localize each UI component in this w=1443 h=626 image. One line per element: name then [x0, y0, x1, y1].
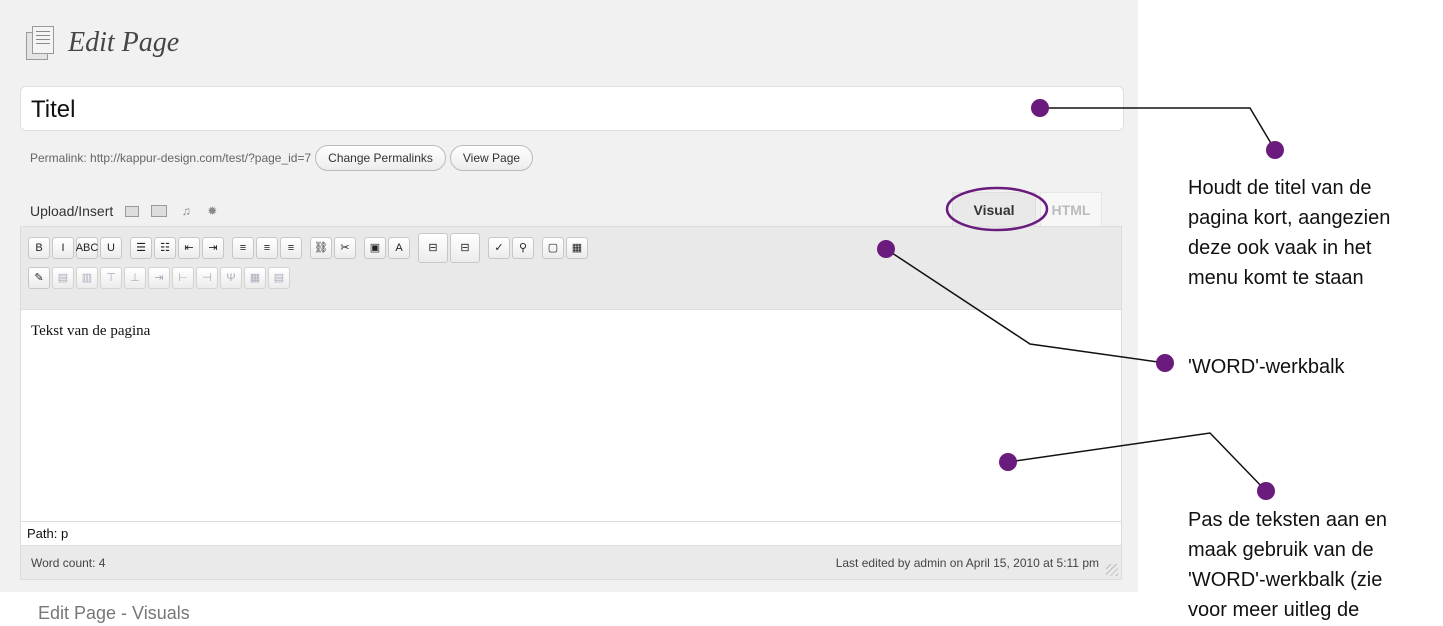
kitchen-sink-button[interactable]: ▦: [566, 237, 588, 259]
unlink-button[interactable]: ✂: [334, 237, 356, 259]
annotation-line: 'WORD'-werkbalk (zie: [1188, 569, 1383, 591]
video-icon[interactable]: [151, 205, 168, 217]
image-icon[interactable]: [125, 205, 140, 217]
toolbar-row-1: B I ABC U ☰ ☷ ⇤ ⇥ ≡ ≡ ≡ ⛓ ✂ ▣ A ⊟ ⊟ ✓ ⚲ ▢ ▦: [28, 233, 1121, 263]
view-page-button[interactable]: View Page: [449, 145, 534, 171]
permalink-row: Permalink: http://kappur-design.com/test…: [30, 144, 534, 172]
marker-toolbar-note: [1156, 354, 1174, 372]
spellcheck-button[interactable]: ✓: [488, 237, 510, 259]
table-props-button[interactable]: ▥: [76, 267, 98, 289]
delete-col-button[interactable]: Ψ: [220, 267, 242, 289]
audio-icon[interactable]: ♫: [179, 204, 193, 218]
permalink-text: Permalink: http://kappur-design.com/test…: [30, 151, 312, 165]
row-before-button[interactable]: ⊤: [100, 267, 122, 289]
strikethrough-button[interactable]: ABC: [76, 237, 98, 259]
text-color-button[interactable]: A: [388, 237, 410, 259]
align-left-button[interactable]: ≡: [232, 237, 254, 259]
change-permalinks-button[interactable]: Change Permalinks: [315, 145, 446, 171]
align-center-button[interactable]: ≡: [256, 237, 278, 259]
word-toolbar: B I ABC U ☰ ☷ ⇤ ⇥ ≡ ≡ ≡ ⛓ ✂ ▣ A ⊟ ⊟ ✓ ⚲ ▢ ▦ ✎ ▤ ▥ ⊤ ⊥ ⇥ ⊢ ⊣ Ψ ▦ ▤: [21, 227, 1121, 310]
marker-title-note: [1266, 141, 1284, 159]
annotation-line: maak gebruik van de: [1188, 539, 1374, 561]
image-caption: Edit Page - Visuals: [38, 603, 190, 623]
indent-button[interactable]: ⇥: [202, 237, 224, 259]
media-icon[interactable]: ✹: [205, 204, 219, 218]
page-title: Edit Page: [68, 27, 180, 58]
annotation-line: menu komt te staan: [1188, 267, 1364, 289]
find-button[interactable]: ⚲: [512, 237, 534, 259]
table-button[interactable]: ▤: [52, 267, 74, 289]
page-break-button[interactable]: ⊟: [418, 233, 448, 263]
annotation-toolbar: 'WORD'-werkbalk: [1188, 356, 1345, 378]
annotation-content: Pas de teksten aan en maak gebruik van d…: [1188, 505, 1438, 625]
page-heading: Edit Page: [26, 22, 179, 64]
more-button[interactable]: ⊟: [450, 233, 480, 263]
bullet-list-button[interactable]: ☰: [130, 237, 152, 259]
status-bar: Word count: 4 Last edited by admin on Ap…: [21, 545, 1121, 579]
last-edited: Last edited by admin on April 15, 2010 a…: [835, 556, 1099, 570]
align-right-button[interactable]: ≡: [280, 237, 302, 259]
merge-cells-button[interactable]: ▤: [268, 267, 290, 289]
outdent-button[interactable]: ⇤: [178, 237, 200, 259]
col-after-button[interactable]: ⊣: [196, 267, 218, 289]
word-count: Word count: 4: [31, 556, 106, 570]
row-after-button[interactable]: ⊥: [124, 267, 146, 289]
editor: B I ABC U ☰ ☷ ⇤ ⇥ ≡ ≡ ≡ ⛓ ✂ ▣ A ⊟ ⊟ ✓ ⚲ ▢ ▦ ✎ ▤ ▥ ⊤ ⊥ ⇥ ⊢ ⊣ Ψ ▦ ▤ Teks…: [20, 226, 1122, 580]
edit-button[interactable]: ✎: [28, 267, 50, 289]
upload-insert-row: Upload/Insert ♫ ✹: [30, 198, 219, 224]
toolbar-row-2: ✎ ▤ ▥ ⊤ ⊥ ⇥ ⊢ ⊣ Ψ ▦ ▤: [28, 263, 1121, 293]
upload-insert-label: Upload/Insert: [30, 203, 114, 219]
tab-html[interactable]: HTML: [1040, 192, 1102, 226]
tab-visual[interactable]: Visual: [952, 192, 1036, 226]
col-before-button[interactable]: ⊢: [172, 267, 194, 289]
bold-button[interactable]: B: [28, 237, 50, 259]
link-button[interactable]: ⛓: [310, 237, 332, 259]
italic-button[interactable]: I: [52, 237, 74, 259]
annotation-line: deze ook vaak in het: [1188, 237, 1372, 259]
insert-image-button[interactable]: ▣: [364, 237, 386, 259]
title-input[interactable]: Titel: [20, 86, 1124, 131]
marker-content-note: [1257, 482, 1275, 500]
editor-content[interactable]: Tekst van de pagina: [21, 311, 1121, 521]
delete-row-button[interactable]: ⇥: [148, 267, 170, 289]
annotation-line: pagina kort, aangezien: [1188, 207, 1391, 229]
annotation-line: voor meer uitleg de: [1188, 599, 1360, 621]
annotation-title: Houdt de titel van de pagina kort, aange…: [1188, 173, 1438, 293]
split-cells-button[interactable]: ▦: [244, 267, 266, 289]
underline-button[interactable]: U: [100, 237, 122, 259]
annotation-line: Pas de teksten aan en: [1188, 509, 1388, 531]
fullscreen-button[interactable]: ▢: [542, 237, 564, 259]
numbered-list-button[interactable]: ☷: [154, 237, 176, 259]
resize-grip-icon[interactable]: [1106, 564, 1118, 576]
annotation-line: Houdt de titel van de: [1188, 177, 1372, 199]
path-bar: Path: p: [21, 521, 1121, 545]
page-icon: [26, 26, 56, 60]
